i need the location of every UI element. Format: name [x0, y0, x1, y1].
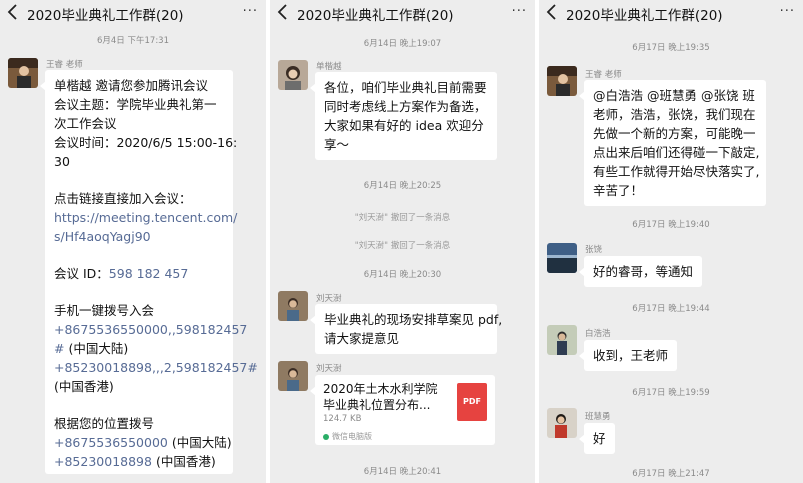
sender-name: 班慧勇	[585, 412, 611, 422]
message-line: 会议时间：2020/6/5 15:00-16:	[54, 135, 238, 150]
phone-line: +8675536550000 (中国大陆)	[54, 433, 232, 452]
message-bubble[interactable]: @白浩浩 @班慧勇 @张饶 班 老师，浩浩，张饶，我们现在 先做一个新的方案，可…	[579, 80, 766, 206]
file-source-label: 微信电脑版	[332, 432, 372, 441]
message-line: 有些工作就得开始尽快落实了,	[593, 164, 760, 179]
message-line: 好的睿哥，等通知	[593, 264, 694, 279]
message-line: @白浩浩 @班慧勇 @张饶 班	[593, 88, 755, 103]
message-line: 先做一个新的方案，可能晚一	[593, 126, 756, 141]
message-bubble[interactable]: 好	[579, 423, 615, 454]
nav-bar: 2020毕业典礼工作群(20) ···	[539, 0, 803, 26]
sender-name: 刘天澍	[316, 364, 342, 374]
message-line: 享～	[324, 137, 350, 152]
phone-link[interactable]: #	[54, 341, 64, 356]
region-label: (中国大陆)	[64, 341, 129, 356]
sender-name: 单楷越	[316, 62, 342, 72]
timestamp: 6月17日 晚上19:40	[632, 220, 710, 230]
phone-line: +85230018898 (中国香港)	[54, 452, 224, 471]
sender-name: 王睿 老师	[585, 70, 622, 80]
timestamp: 6月14日 晚上20:25	[363, 181, 442, 191]
meeting-id-link[interactable]: 598 182 457	[109, 266, 189, 281]
phone-line: # (中国大陆)	[54, 339, 224, 358]
avatar[interactable]	[278, 291, 308, 321]
sender-name: 王睿 老师	[46, 60, 83, 70]
more-icon[interactable]: ···	[512, 4, 527, 19]
message-line: 大家如果有好的 idea 欢迎分	[324, 118, 484, 133]
chat-title: 2020毕业典礼工作群(20)	[27, 8, 184, 24]
message-line: 请大家提意见	[324, 331, 400, 346]
timestamp: 6月14日 晚上20:41	[363, 467, 442, 477]
message-line: 手机一键拨号入会	[54, 303, 155, 318]
chat-panel-1: 2020毕业典礼工作群(20) ··· 6月4日 下午17:31 王睿 老师 单…	[0, 0, 266, 483]
message-line: 毕业典礼的现场安排草案见 pdf,	[324, 312, 503, 327]
chat-title: 2020毕业典礼工作群(20)	[297, 8, 454, 24]
back-arrow-icon[interactable]	[276, 3, 290, 21]
avatar[interactable]	[547, 243, 577, 273]
chat-title: 2020毕业典礼工作群(20)	[566, 8, 723, 24]
message-line: 30	[54, 154, 70, 169]
phone-link[interactable]: +85230018898	[54, 454, 152, 469]
message-line: 单楷越 邀请您参加腾讯会议	[54, 78, 208, 93]
message-line: 各位，咱们毕业典礼目前需要	[324, 80, 487, 95]
message-line: 根据您的位置拨号	[54, 416, 155, 431]
meeting-id-label: 会议 ID：	[54, 266, 109, 281]
chat-panel-3: 2020毕业典礼工作群(20) ··· 6月17日 晚上19:35 王睿 老师 …	[539, 0, 803, 483]
back-arrow-icon[interactable]	[545, 3, 559, 21]
message-bubble[interactable]: 毕业典礼的现场安排草案见 pdf, 请大家提意见	[310, 304, 503, 354]
avatar[interactable]	[278, 361, 308, 391]
recall-notice: "刘天澍" 撤回了一条消息	[354, 213, 451, 223]
file-source: 微信电脑版	[323, 431, 372, 442]
message-line: 同时考虑线上方案作为备选，	[324, 99, 487, 114]
message-bubble[interactable]: 单楷越 邀请您参加腾讯会议 会议主题：学院毕业典礼第一 次工作会议 会议时间：2…	[40, 70, 258, 474]
more-icon[interactable]: ···	[780, 4, 795, 19]
more-icon[interactable]: ···	[243, 4, 258, 19]
avatar[interactable]	[547, 408, 577, 438]
avatar[interactable]	[8, 58, 38, 88]
phone-link[interactable]: +85230018898,,,2,598182457#	[54, 358, 258, 377]
sender-name: 张饶	[585, 245, 603, 255]
region-label: (中国香港)	[54, 379, 114, 394]
timestamp: 6月14日 晚上19:07	[363, 39, 442, 49]
message-line: 老师，浩浩，张饶，我们现在	[593, 107, 756, 122]
timestamp: 6月14日 晚上20:30	[363, 270, 442, 280]
back-arrow-icon[interactable]	[6, 3, 20, 21]
phone-link[interactable]: +8675536550000	[54, 435, 168, 450]
sender-name: 白浩浩	[585, 329, 611, 339]
message-line: 点击链接直接加入会议：	[54, 191, 192, 206]
timestamp: 6月17日 晚上19:35	[632, 43, 710, 53]
sender-name: 刘天澍	[316, 294, 342, 304]
timestamp: 6月17日 晚上19:59	[632, 388, 710, 398]
nav-bar: 2020毕业典礼工作群(20) ···	[270, 0, 535, 26]
file-message-card[interactable]: 2020年土木水利学院 毕业典礼位置分布... 124.7 KB PDF 微信电…	[310, 375, 495, 445]
message-bubble[interactable]: 好的睿哥，等通知	[578, 256, 703, 287]
meeting-id-line: 会议 ID：598 182 457	[54, 264, 224, 283]
message-line: 次工作会议	[54, 116, 117, 131]
region-label: (中国大陆)	[167, 435, 232, 450]
wechat-pc-icon	[323, 433, 329, 440]
message-line: 点出来后咱们还得碰一下敲定,	[593, 145, 760, 160]
message-bubble[interactable]: 收到，王老师	[578, 340, 678, 371]
meeting-link[interactable]: s/Hf4aoqYagj90	[54, 227, 224, 246]
meeting-link[interactable]: https://meeting.tencent.com/	[54, 208, 237, 227]
message-line: 辛苦了！	[593, 183, 644, 198]
message-line: 收到，王老师	[593, 348, 669, 363]
message-line: 好	[593, 431, 606, 446]
phone-link[interactable]: +8675536550000,,598182457	[54, 320, 247, 339]
chat-panel-2: 2020毕业典礼工作群(20) ··· 6月14日 晚上19:07 单楷越 各位…	[270, 0, 535, 483]
nav-bar: 2020毕业典礼工作群(20) ···	[0, 0, 266, 26]
message-line: 会议主题：学院毕业典礼第一	[54, 97, 217, 112]
timestamp: 6月17日 晚上19:44	[632, 304, 710, 314]
pdf-file-icon: PDF	[457, 383, 487, 421]
message-bubble[interactable]: 各位，咱们毕业典礼目前需要 同时考虑线上方案作为备选， 大家如果有好的 idea…	[310, 72, 497, 160]
avatar[interactable]	[547, 66, 577, 96]
timestamp: 6月17日 晚上21:47	[632, 469, 710, 479]
region-label: (中国香港)	[151, 454, 216, 469]
timestamp: 6月4日 下午17:31	[96, 36, 169, 46]
avatar[interactable]	[278, 60, 308, 90]
avatar[interactable]	[547, 325, 577, 355]
recall-notice: "刘天澍" 撤回了一条消息	[354, 241, 451, 251]
